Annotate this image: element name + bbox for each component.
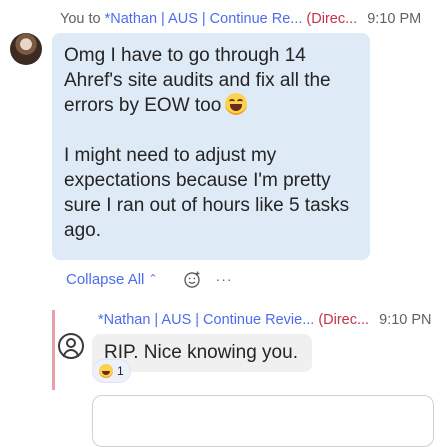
header-channel-link[interactable]: *Nathan | AUS | Continue Re... (105, 11, 303, 27)
reaction-count: 1 (117, 364, 124, 378)
next-message-box (92, 395, 434, 447)
user-avatar[interactable] (10, 33, 42, 65)
message-text-line1: Omg I have to go through 14 Ahref's site… (64, 45, 336, 116)
message-header: You to *Nathan | AUS | Continue Re... (D… (60, 11, 440, 27)
user-outline-avatar-icon[interactable] (58, 333, 84, 359)
message-text-line2: I might need to adjust my expectations b… (64, 145, 355, 241)
reply-channel-link[interactable]: *Nathan | AUS | Continue Revie... (98, 312, 314, 328)
laughing-face-icon (99, 364, 113, 378)
message-text: Omg I have to go through 14 Ahref's site… (64, 43, 364, 243)
reply-external-label: (Direc... (318, 312, 370, 328)
collapse-all-label: Collapse All (66, 270, 145, 288)
header-external-label: (Direc... (306, 11, 358, 27)
reply-header: *Nathan | AUS | Continue Revie... (Direc… (98, 312, 440, 328)
collapse-all-button[interactable]: Collapse All ⌃ (66, 271, 158, 288)
reply-time: 9:10 PN (379, 312, 432, 328)
laughing-face-icon (225, 93, 248, 115)
header-to-label: You to (60, 11, 101, 27)
message-bubble[interactable]: Omg I have to go through 14 Ahref's site… (52, 33, 370, 260)
thread-actions: Collapse All ⌃ ··· (66, 268, 233, 290)
chevron-up-icon: ⌃ (148, 272, 158, 285)
add-reaction-icon[interactable] (182, 269, 202, 289)
reaction-badge[interactable]: 1 (92, 359, 131, 383)
more-options-icon[interactable]: ··· (216, 271, 233, 287)
header-time: 9:10 PM (367, 11, 422, 27)
thread-divider (52, 310, 55, 390)
reply-text: RIP. Nice knowing you. (104, 342, 298, 363)
